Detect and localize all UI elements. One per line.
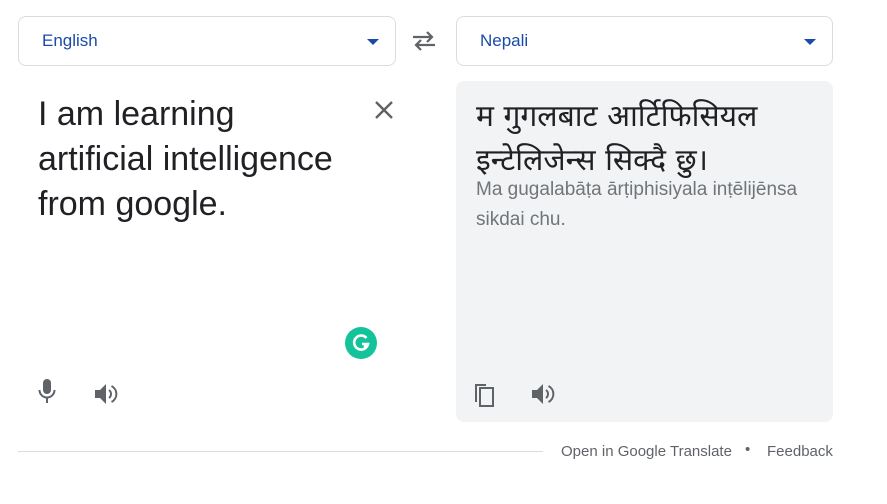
feedback-link[interactable]: Feedback xyxy=(767,443,833,460)
speaker-icon xyxy=(95,384,118,404)
listen-source-button[interactable] xyxy=(91,378,123,410)
source-text-input[interactable]: I am learning artificial intelligence fr… xyxy=(38,92,358,227)
speaker-icon xyxy=(532,384,555,404)
close-icon xyxy=(375,101,393,119)
open-in-google-translate-link[interactable]: Open in Google Translate xyxy=(561,443,732,460)
chevron-down-icon xyxy=(804,39,816,45)
source-language-label: English xyxy=(42,31,98,50)
swap-languages-button[interactable] xyxy=(409,27,439,55)
target-language-label: Nepali xyxy=(480,31,529,50)
copy-translation-button[interactable] xyxy=(468,378,500,410)
footer-divider xyxy=(18,451,543,452)
microphone-button[interactable] xyxy=(31,376,63,408)
target-language-select[interactable]: Nepali xyxy=(456,16,833,66)
clear-text-button[interactable] xyxy=(370,96,398,124)
footer-separator: • xyxy=(745,441,751,458)
microphone-icon xyxy=(38,379,56,403)
listen-translation-button[interactable] xyxy=(528,378,560,410)
transliteration-text: Ma gugalabāṭa ārṭiphisiyala inṭēlijēnsa … xyxy=(476,179,798,230)
translation-result-panel: म गुगलबाट आर्टिफिसियल इन्टेलिजेन्स सिक्द… xyxy=(456,81,833,422)
translated-text: म गुगलबाट आर्टिफिसियल इन्टेलिजेन्स सिक्द… xyxy=(476,99,758,178)
grammarly-button[interactable] xyxy=(345,327,377,359)
grammarly-icon xyxy=(352,334,370,351)
swap-languages-icon xyxy=(413,31,435,51)
copy-icon xyxy=(475,384,494,407)
source-language-select[interactable]: English xyxy=(18,16,396,66)
chevron-down-icon xyxy=(367,39,379,45)
